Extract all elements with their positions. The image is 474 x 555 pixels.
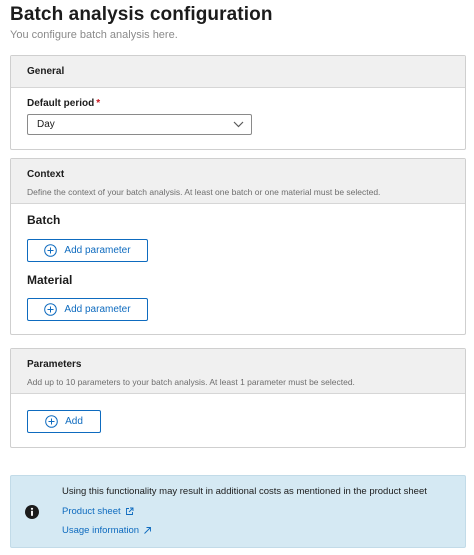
parameters-card-header: Parameters Add up to 10 parameters to yo… bbox=[11, 349, 465, 394]
info-message: Using this functionality may result in a… bbox=[62, 486, 427, 497]
parameters-card-title: Parameters bbox=[27, 359, 82, 370]
default-period-label-text: Default period bbox=[27, 98, 95, 109]
plus-circle-icon bbox=[45, 415, 58, 428]
arrow-up-right-icon bbox=[144, 527, 152, 534]
parameters-card-description: Add up to 10 parameters to your batch an… bbox=[27, 377, 355, 387]
required-marker: * bbox=[96, 98, 101, 109]
material-add-parameter-button[interactable]: Add parameter bbox=[27, 298, 148, 321]
context-card: Context Define the context of your batch… bbox=[10, 158, 466, 335]
plus-circle-icon bbox=[44, 303, 58, 316]
parameters-add-button[interactable]: Add bbox=[27, 410, 101, 433]
external-link-icon bbox=[125, 507, 134, 515]
material-add-parameter-label: Add parameter bbox=[64, 304, 131, 315]
default-period-value: Day bbox=[37, 119, 55, 130]
parameters-card: Parameters Add up to 10 parameters to yo… bbox=[10, 348, 466, 448]
usage-information-link[interactable]: Usage information bbox=[62, 525, 152, 536]
info-notification: Using this functionality may result in a… bbox=[10, 475, 466, 548]
usage-information-link-label: Usage information bbox=[62, 525, 140, 536]
page-subtitle: You configure batch analysis here. bbox=[10, 29, 178, 41]
batch-add-parameter-button[interactable]: Add parameter bbox=[27, 239, 148, 262]
general-card: General Default period * Day bbox=[10, 55, 466, 150]
context-card-description: Define the context of your batch analysi… bbox=[27, 187, 381, 197]
general-card-header: General bbox=[11, 56, 465, 88]
parameters-add-label: Add bbox=[65, 416, 83, 427]
material-section-title: Material bbox=[27, 273, 73, 287]
plus-circle-icon bbox=[44, 244, 58, 257]
batch-section-title: Batch bbox=[27, 213, 61, 227]
product-sheet-link[interactable]: Product sheet bbox=[62, 506, 134, 517]
default-period-select[interactable]: Day bbox=[27, 114, 252, 135]
batch-add-parameter-label: Add parameter bbox=[64, 245, 131, 256]
page-title: Batch analysis configuration bbox=[10, 4, 273, 25]
product-sheet-link-label: Product sheet bbox=[62, 506, 121, 517]
chevron-down-icon bbox=[233, 121, 244, 128]
general-card-title: General bbox=[27, 66, 65, 77]
default-period-label: Default period * bbox=[27, 98, 100, 109]
context-card-title: Context bbox=[27, 169, 65, 180]
context-card-header: Context Define the context of your batch… bbox=[11, 159, 465, 204]
info-icon bbox=[25, 505, 39, 519]
